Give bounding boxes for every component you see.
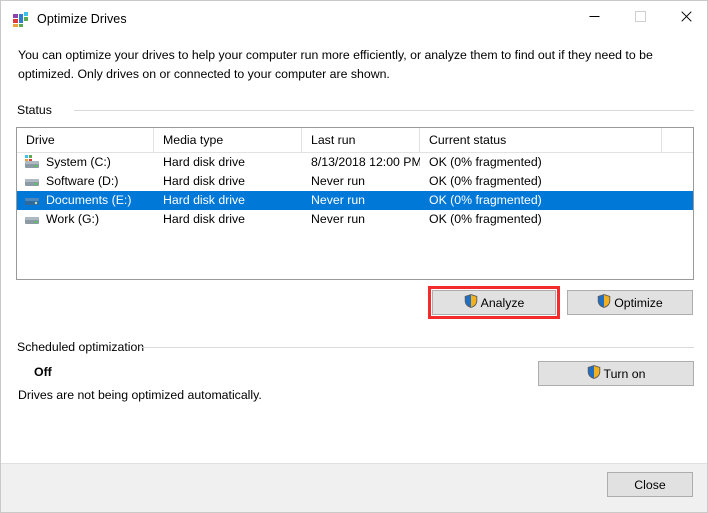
title-bar: Optimize Drives [1,1,707,40]
scheduled-optimization-divider [141,347,694,348]
uac-shield-icon [464,294,478,311]
description-text: You can optimize your drives to help you… [18,48,653,81]
column-header-drive[interactable]: Drive [17,128,154,152]
table-row[interactable]: Software (D:) Hard disk drive Never run … [17,172,693,191]
cell-last-run: Never run [311,193,365,207]
cell-last-run: Never run [311,212,365,226]
cell-drive: System (C:) [46,155,111,169]
cell-last-run: 8/13/2018 12:00 PM [311,155,420,169]
minimize-icon [589,16,599,17]
turn-on-button-label: Turn on [603,366,646,381]
cell-last-run: Never run [311,174,365,188]
maximize-icon [634,11,646,22]
column-header-media-type[interactable]: Media type [154,128,302,152]
table-row[interactable]: Documents (E:) Hard disk drive Never run… [17,191,693,210]
drives-list-header: Drive Media type Last run Current status [17,128,693,153]
cell-drive: Work (G:) [46,212,100,226]
uac-shield-icon [587,365,601,382]
schedule-state: Off [34,365,52,379]
defragment-icon [12,11,30,29]
analyze-button[interactable]: Analyze [432,290,556,315]
optimize-button[interactable]: Optimize [567,290,693,315]
cell-drive: Documents (E:) [46,193,132,207]
maximize-button[interactable] [617,1,663,32]
column-header-spacer [662,128,693,152]
optimize-button-label: Optimize [614,295,663,310]
cell-media-type: Hard disk drive [163,212,246,226]
status-group-divider [74,110,694,111]
optimize-drives-window: Optimize Drives You can optimize your dr… [0,0,708,513]
cell-media-type: Hard disk drive [163,155,246,169]
cell-drive: Software (D:) [46,174,119,188]
drives-list[interactable]: Drive Media type Last run Current status [16,127,694,280]
dialog-footer [1,463,707,512]
minimize-button[interactable] [571,1,617,32]
column-header-last-run[interactable]: Last run [302,128,420,152]
column-header-current-status[interactable]: Current status [420,128,662,152]
close-dialog-button[interactable]: Close [607,472,693,497]
cell-current-status: OK (0% fragmented) [429,174,542,188]
status-group-label: Status [17,103,58,117]
drives-list-body: System (C:) Hard disk drive 8/13/2018 12… [17,153,693,229]
cell-current-status: OK (0% fragmented) [429,193,542,207]
cell-media-type: Hard disk drive [163,174,246,188]
window-title: Optimize Drives [37,12,127,26]
scheduled-optimization-label: Scheduled optimization [17,340,151,354]
schedule-description: Drives are not being optimized automatic… [18,388,262,402]
close-icon [680,11,692,22]
close-window-button[interactable] [663,1,707,32]
cell-current-status: OK (0% fragmented) [429,212,542,226]
uac-shield-icon [597,294,611,311]
cell-media-type: Hard disk drive [163,193,246,207]
table-row[interactable]: System (C:) Hard disk drive 8/13/2018 12… [17,153,693,172]
table-row[interactable]: Work (G:) Hard disk drive Never run OK (… [17,210,693,229]
turn-on-button[interactable]: Turn on [538,361,694,386]
close-dialog-label: Close [634,477,666,492]
analyze-button-label: Analyze [480,295,525,310]
cell-current-status: OK (0% fragmented) [429,155,542,169]
